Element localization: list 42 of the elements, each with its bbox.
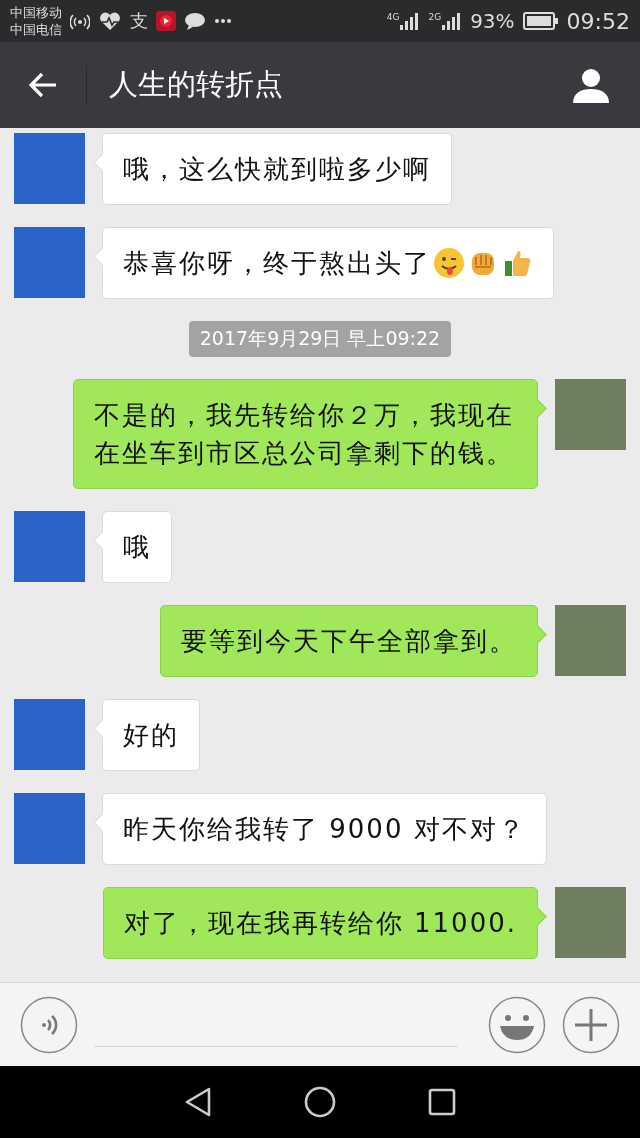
message-text: 恭喜你呀，终于熬出头了	[123, 247, 431, 280]
message-text: 哦，这么快就到啦多少啊	[123, 153, 431, 186]
chat-bubble-icon	[184, 12, 206, 30]
avatar-placeholder	[555, 605, 626, 676]
message-text: 昨天你给我转了 9000 对不对？	[123, 813, 526, 846]
network-label: 2G	[428, 12, 442, 22]
avatar-placeholder	[14, 511, 85, 582]
message-text: 要等到今天下午全部拿到。	[181, 625, 517, 658]
avatar-placeholder	[14, 133, 85, 204]
message-text: 对了，现在我再转给你 11000.	[123, 907, 517, 940]
home-circle-icon[interactable]	[304, 1086, 336, 1118]
video-app-icon	[156, 11, 176, 31]
avatar-placeholder	[14, 227, 85, 298]
battery-icon	[522, 12, 559, 30]
message-text: 好的	[123, 719, 179, 752]
network-label: 4G	[386, 12, 400, 22]
heart-rate-icon	[98, 11, 122, 31]
app-glyph: 支	[130, 9, 148, 33]
voice-icon[interactable]	[20, 995, 78, 1054]
chat-title: 人生的转折点	[109, 66, 284, 103]
timestamp: 2017年9月29日 早上09:22	[188, 321, 452, 357]
plus-icon[interactable]	[562, 995, 620, 1054]
carrier-name: 中国电信	[10, 21, 62, 38]
hotspot-icon	[70, 12, 90, 30]
person-icon[interactable]	[572, 67, 610, 103]
avatar-placeholder	[14, 793, 85, 864]
message-text: 不是的，我先转给你２万，我现在在坐车到市区总公司拿剩下的钱。	[94, 399, 515, 470]
back-arrow-icon[interactable]	[28, 72, 58, 98]
more-dots-icon	[214, 18, 232, 24]
battery-percent: 93%	[470, 9, 515, 33]
avatar-placeholder	[555, 887, 626, 958]
signal-icon	[400, 12, 421, 30]
winking-face-icon	[433, 247, 465, 279]
avatar-placeholder	[14, 699, 85, 770]
message-text: 哦	[123, 531, 151, 564]
signal-icon	[442, 12, 463, 30]
recents-square-icon[interactable]	[428, 1088, 456, 1116]
avatar-placeholder	[555, 379, 626, 450]
carrier-name: 中国移动	[10, 4, 62, 21]
smiley-icon[interactable]	[488, 995, 546, 1054]
back-triangle-icon[interactable]	[184, 1087, 212, 1117]
clock-time: 09:52	[566, 8, 630, 34]
